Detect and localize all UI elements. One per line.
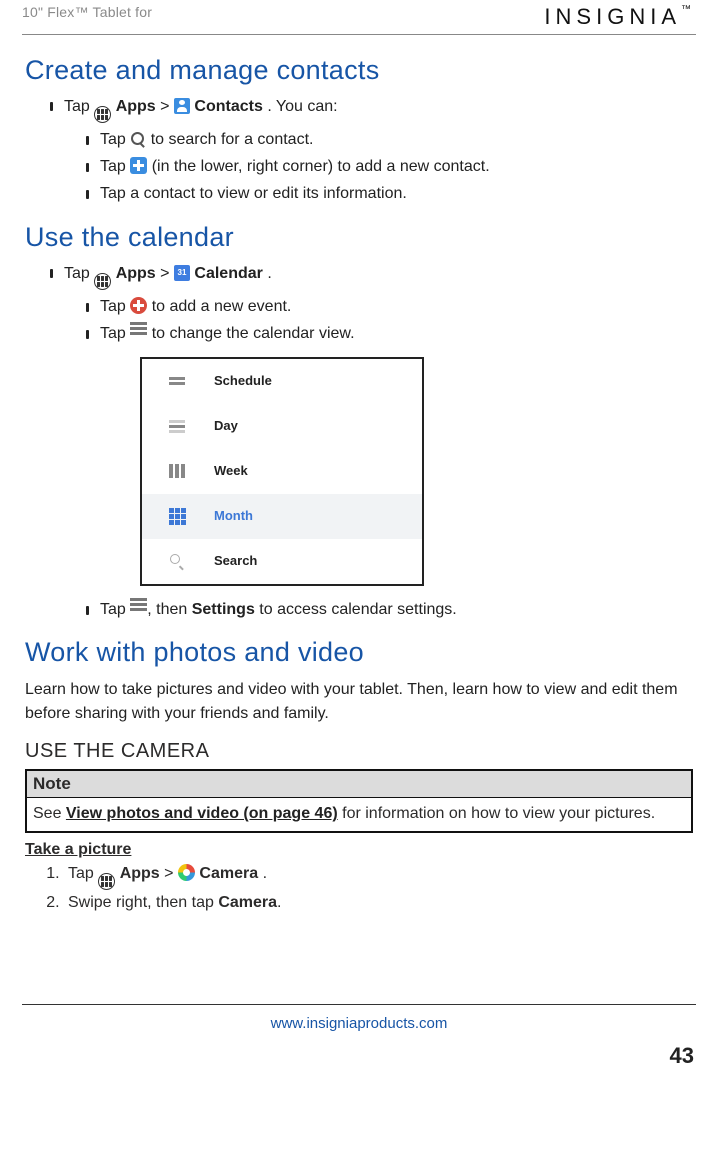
text: Tap a contact to view or edit its inform… bbox=[100, 185, 407, 202]
search-icon bbox=[168, 554, 186, 568]
list-item: Tap , then Settings to access calendar s… bbox=[86, 596, 696, 623]
view-label: Schedule bbox=[214, 371, 272, 392]
text: > bbox=[164, 865, 178, 882]
text: Tap bbox=[100, 325, 130, 342]
calendar-view-schedule[interactable]: Schedule bbox=[142, 359, 422, 404]
apps-icon bbox=[94, 273, 111, 290]
apps-icon bbox=[98, 873, 115, 890]
text: > bbox=[160, 265, 174, 282]
week-icon bbox=[168, 464, 186, 478]
section-title-contacts: Create and manage contacts bbox=[25, 55, 696, 86]
add-event-icon bbox=[130, 297, 147, 314]
calendar-view-week[interactable]: Week bbox=[142, 449, 422, 494]
step-item: Swipe right, then tap Camera. bbox=[64, 890, 696, 916]
view-label: Month bbox=[214, 506, 253, 527]
text: Tap bbox=[100, 158, 130, 175]
note-body: See View photos and video (on page 46) f… bbox=[27, 798, 691, 831]
take-picture-heading: Take a picture bbox=[25, 841, 693, 859]
apps-label: Apps bbox=[120, 865, 160, 882]
calendar-view-search[interactable]: Search bbox=[142, 539, 422, 584]
text: Tap bbox=[64, 265, 94, 282]
apps-icon bbox=[94, 106, 111, 123]
note-box: Note See View photos and video (on page … bbox=[25, 769, 693, 833]
list-item: Tap to change the calendar view. bbox=[86, 320, 696, 347]
contacts-label: Contacts bbox=[194, 98, 262, 115]
subhead-use-camera: USE THE CAMERA bbox=[25, 740, 696, 763]
text: Tap bbox=[100, 131, 130, 148]
calendar-icon bbox=[174, 265, 190, 281]
section-title-photos: Work with photos and video bbox=[25, 637, 696, 668]
text: . bbox=[277, 894, 281, 911]
page-number: 43 bbox=[22, 1043, 696, 1069]
step-item: Tap Apps > Camera . bbox=[64, 861, 696, 890]
page-footer: www.insigniaproducts.com bbox=[22, 1004, 696, 1035]
list-item: Tap Apps > Contacts . You can: Tap to se… bbox=[50, 94, 696, 208]
text: > bbox=[160, 98, 174, 115]
contacts-icon bbox=[174, 98, 190, 114]
steps-list: Tap Apps > Camera . Swipe right, then ta… bbox=[42, 861, 696, 916]
add-icon bbox=[130, 157, 147, 174]
text: . You can: bbox=[267, 98, 337, 115]
search-icon bbox=[130, 131, 146, 147]
footer-link[interactable]: www.insigniaproducts.com bbox=[271, 1015, 448, 1032]
list-item: Tap (in the lower, right corner) to add … bbox=[86, 153, 696, 180]
text: to add a new event. bbox=[152, 298, 292, 315]
text: to search for a contact. bbox=[151, 131, 314, 148]
schedule-icon bbox=[168, 377, 186, 385]
calendar-view-day[interactable]: Day bbox=[142, 404, 422, 449]
camera-label: Camera bbox=[199, 865, 258, 882]
text: . bbox=[267, 265, 271, 282]
page-header: 10" Flex™ Tablet for INSIGNIA™ bbox=[22, 4, 696, 35]
text: (in the lower, right corner) to add a ne… bbox=[152, 158, 490, 175]
list-item: Tap a contact to view or edit its inform… bbox=[86, 180, 696, 207]
menu-icon bbox=[130, 603, 147, 606]
list-item: Tap to add a new event. bbox=[86, 293, 696, 320]
apps-label: Apps bbox=[116, 265, 156, 282]
text: Swipe right, then tap bbox=[68, 894, 218, 911]
text: . bbox=[263, 865, 267, 882]
text: Tap bbox=[100, 298, 130, 315]
note-link[interactable]: View photos and video (on page 46) bbox=[66, 805, 338, 822]
apps-label: Apps bbox=[116, 98, 156, 115]
text: to access calendar settings. bbox=[255, 601, 457, 618]
brand-logo: INSIGNIA™ bbox=[544, 4, 696, 30]
calendar-view-month[interactable]: Month bbox=[142, 494, 422, 539]
intro-text: Learn how to take pictures and video wit… bbox=[25, 678, 693, 726]
menu-icon bbox=[130, 327, 147, 330]
month-icon bbox=[168, 508, 186, 525]
calendar-label: Calendar bbox=[194, 265, 262, 282]
text: to change the calendar view. bbox=[152, 325, 355, 342]
day-icon bbox=[168, 425, 186, 428]
view-label: Search bbox=[214, 551, 257, 572]
text: Tap bbox=[64, 98, 94, 115]
view-label: Week bbox=[214, 461, 248, 482]
text: Tap bbox=[100, 601, 130, 618]
product-name: 10" Flex™ Tablet for bbox=[22, 4, 152, 20]
calendar-view-menu: Schedule Day Week Month Search bbox=[140, 357, 424, 586]
text: , then bbox=[147, 601, 191, 618]
brand-text: INSIGNIA bbox=[544, 4, 681, 29]
section-title-calendar: Use the calendar bbox=[25, 222, 696, 253]
text: for information on how to view your pict… bbox=[338, 805, 655, 822]
camera-label: Camera bbox=[218, 894, 277, 911]
note-title: Note bbox=[27, 771, 691, 798]
view-label: Day bbox=[214, 416, 238, 437]
text: See bbox=[33, 805, 66, 822]
list-item: Tap Apps > Calendar . Tap to add a new e… bbox=[50, 261, 696, 624]
list-item: Tap to search for a contact. bbox=[86, 126, 696, 153]
settings-label: Settings bbox=[192, 601, 255, 618]
text: Tap bbox=[68, 865, 98, 882]
camera-icon bbox=[178, 864, 195, 881]
